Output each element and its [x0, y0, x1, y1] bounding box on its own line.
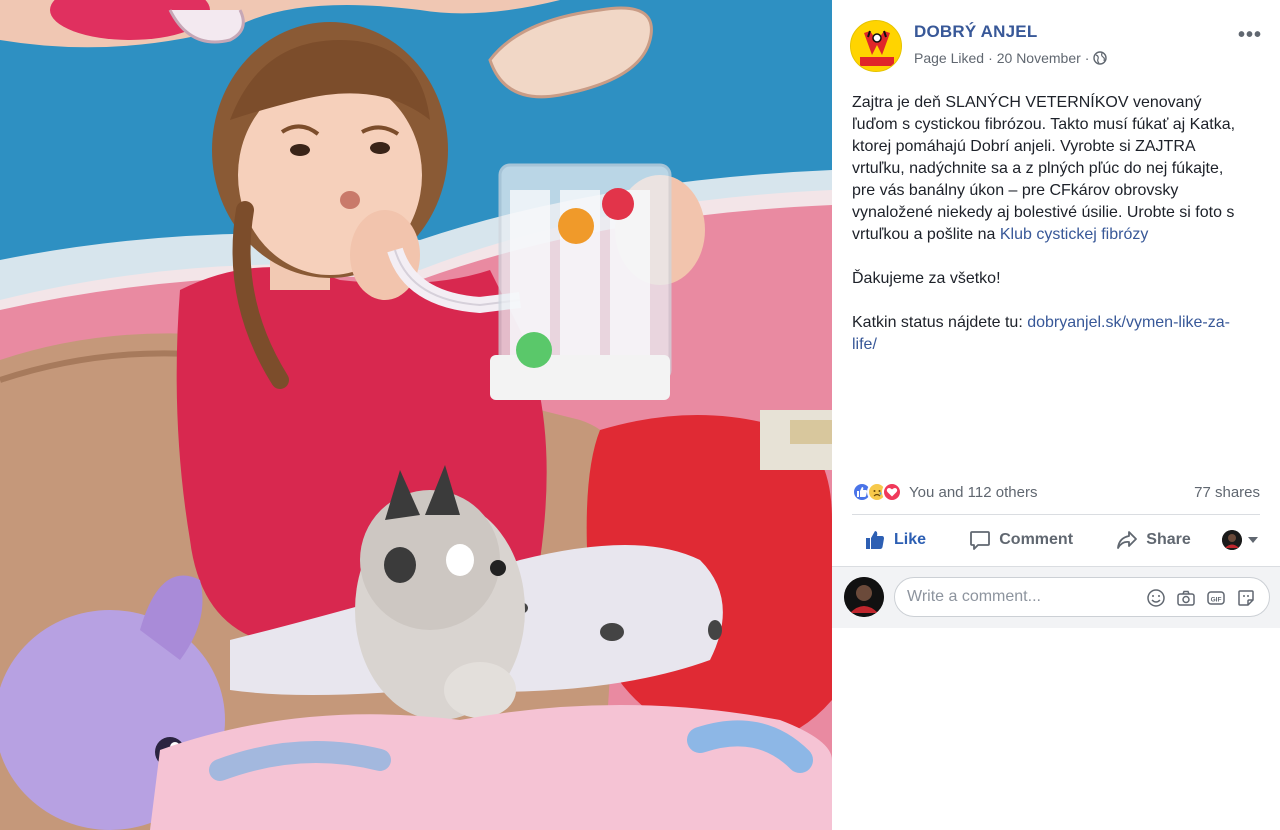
commenter-avatar[interactable]	[844, 577, 884, 617]
post-paragraph: Katkin status nájdete tu: dobryanjel.sk/…	[852, 312, 1248, 356]
more-options-icon[interactable]: •••	[1238, 24, 1262, 47]
reaction-icons	[852, 482, 902, 502]
photo-illustration	[0, 0, 832, 830]
camera-icon[interactable]	[1175, 587, 1197, 609]
meta-separator: ·	[988, 50, 993, 66]
page-name-link[interactable]: DOBRÝ ANJEL	[914, 22, 1037, 42]
comment-tools: GIF	[1145, 587, 1257, 609]
post-date[interactable]: 20 November	[997, 50, 1081, 66]
like-button[interactable]: Like	[852, 520, 938, 560]
post-actions: Like Comment Share	[852, 520, 1260, 560]
post-header: DOBRÝ ANJEL Page Liked · 20 November · •…	[850, 18, 1262, 74]
reactions-summary: You and 112 others 77 shares	[852, 480, 1260, 504]
divider	[852, 514, 1260, 515]
comment-icon	[970, 531, 991, 550]
shares-count[interactable]: 77 shares	[1194, 484, 1260, 501]
svg-text:GIF: GIF	[1211, 596, 1222, 603]
post-text-segment: Katkin status nájdete tu:	[852, 314, 1028, 331]
page-liked-status[interactable]: Page Liked	[914, 50, 984, 66]
comment-box: GIF	[894, 577, 1270, 617]
comment-composer: GIF	[832, 566, 1280, 628]
sticker-icon[interactable]	[1235, 587, 1257, 609]
post-photo[interactable]	[0, 0, 832, 830]
love-reaction-icon	[882, 482, 902, 502]
club-link[interactable]: Klub cystickej fibrózy	[1000, 226, 1149, 243]
post-meta: Page Liked · 20 November ·	[914, 50, 1108, 66]
thumbs-up-icon	[866, 531, 884, 549]
chevron-down-icon	[1247, 537, 1258, 543]
share-label: Share	[1146, 531, 1191, 548]
comment-button[interactable]: Comment	[957, 520, 1085, 560]
reactions-left[interactable]: You and 112 others	[852, 482, 1037, 502]
angel-logo-icon	[851, 21, 901, 71]
share-button[interactable]: Share	[1104, 520, 1202, 560]
globe-icon[interactable]	[1093, 51, 1108, 65]
share-icon	[1117, 531, 1138, 549]
post-paragraph: Zajtra je deň SLANÝCH VETERNÍKOV venovan…	[852, 92, 1248, 246]
gif-icon[interactable]: GIF	[1205, 587, 1227, 609]
meta-separator: ·	[1084, 50, 1090, 66]
post-text-segment: Zajtra je deň SLANÝCH VETERNÍKOV venovan…	[852, 94, 1236, 243]
post-paragraph: Ďakujeme za všetko!	[852, 268, 1248, 290]
page-avatar[interactable]	[850, 20, 902, 72]
post-text: Zajtra je deň SLANÝCH VETERNÍKOV venovan…	[852, 92, 1248, 378]
post-text-segment: Ďakujeme za všetko!	[852, 270, 1001, 287]
comment-label: Comment	[999, 531, 1074, 548]
emoji-icon[interactable]	[1145, 587, 1167, 609]
comment-input[interactable]	[907, 588, 1137, 606]
viewer-avatar	[1221, 530, 1242, 550]
react-as-selector[interactable]	[1221, 530, 1260, 550]
like-label: Like	[894, 531, 927, 548]
reaction-count[interactable]: You and 112 others	[909, 484, 1037, 501]
post-side-panel: DOBRÝ ANJEL Page Liked · 20 November · •…	[832, 0, 1280, 830]
